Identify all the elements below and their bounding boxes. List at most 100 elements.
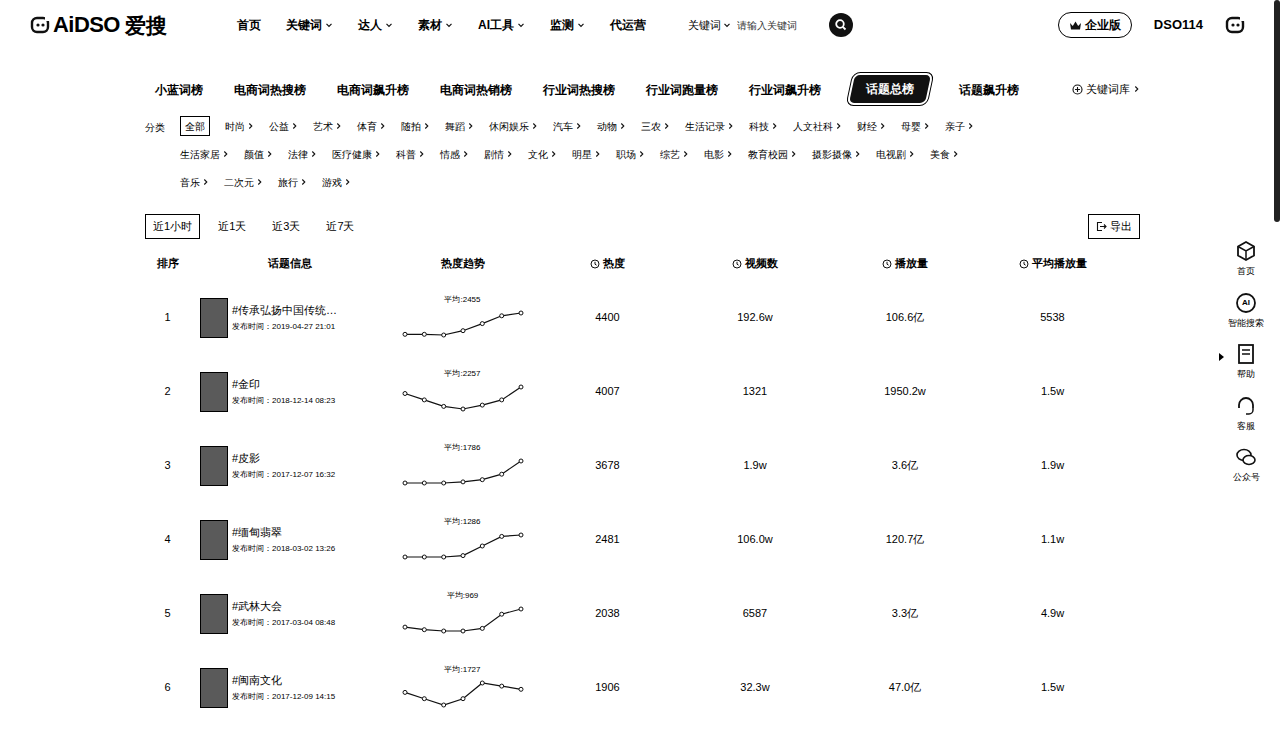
category-item[interactable]: 休闲娱乐 [489,116,538,136]
search-button[interactable] [829,13,853,37]
category-item[interactable]: 职场 [616,144,645,164]
trend-point[interactable] [519,687,523,691]
category-item[interactable]: 舞蹈 [445,116,474,136]
category-item[interactable]: 母婴 [901,116,930,136]
trend-point[interactable] [519,533,523,537]
trend-point[interactable] [519,385,523,389]
nav-item[interactable]: 代运营 [610,16,646,34]
topic-title[interactable]: #皮影 [232,450,335,467]
category-item[interactable]: 汽车 [553,116,582,136]
board-tab[interactable]: 小蓝词榜 [155,72,203,106]
trend-point[interactable] [519,311,523,315]
side-toolbar-item[interactable]: 客服 [1222,395,1270,434]
board-tab[interactable]: 话题飙升榜 [959,72,1019,106]
category-item[interactable]: 剧情 [484,144,513,164]
board-tab[interactable]: 行业词跑量榜 [646,72,718,106]
board-tab[interactable]: 话题总榜 [849,75,931,103]
category-item[interactable]: 体育 [357,116,386,136]
category-item[interactable]: 时尚 [225,116,254,136]
category-item[interactable]: 游戏 [322,172,351,192]
trend-point[interactable] [422,628,426,632]
topic-title[interactable]: #武林大会 [232,598,335,615]
category-item[interactable]: 二次元 [224,172,263,192]
trend-point[interactable] [480,478,484,482]
column-header[interactable]: 热度 [535,255,680,272]
user-name[interactable]: DSO114 [1154,15,1203,35]
trend-point[interactable] [422,332,426,336]
side-toolbar-item[interactable]: 帮助 [1222,343,1270,382]
side-toolbar-item[interactable]: 首页 [1222,240,1270,279]
trend-point[interactable] [441,333,445,337]
topic-title[interactable]: #金印 [232,376,335,393]
trend-point[interactable] [499,612,503,616]
topic-title[interactable]: #缅甸翡翠 [232,524,335,541]
nav-item[interactable]: 素材 [418,16,453,34]
column-header[interactable]: 平均播放量 [980,255,1125,272]
category-item[interactable]: 公益 [269,116,298,136]
trend-point[interactable] [461,629,465,633]
nav-item[interactable]: 监测 [550,16,585,34]
nav-item[interactable]: AI工具 [478,16,525,34]
category-item[interactable]: 电影 [704,144,733,164]
trend-point[interactable] [441,629,445,633]
trend-point[interactable] [403,625,407,629]
category-item[interactable]: 医疗健康 [332,144,381,164]
trend-point[interactable] [422,555,426,559]
column-header[interactable]: 播放量 [830,255,980,272]
side-toolbar-item[interactable]: AI智能搜索 [1222,292,1270,331]
trend-point[interactable] [441,404,445,408]
trend-point[interactable] [422,697,426,701]
search-scope-dropdown[interactable]: 关键词 [688,17,731,34]
category-item[interactable]: 全部 [180,116,210,136]
table-row[interactable]: 1#传承弘扬中国传统…发布时间：2019-04-27 21:01平均:24554… [145,281,1140,355]
trend-point[interactable] [461,407,465,411]
category-item[interactable]: 科技 [749,116,778,136]
table-row[interactable]: 4#缅甸翡翠发布时间：2018-03-02 13:26平均:1286248110… [145,503,1140,577]
category-item[interactable]: 旅行 [278,172,307,192]
table-row[interactable]: 6#闽南文化发布时间：2017-12-09 14:15平均:1727190632… [145,651,1140,725]
trend-point[interactable] [403,555,407,559]
search-input[interactable] [737,18,829,33]
category-item[interactable]: 人文社科 [793,116,842,136]
column-header[interactable]: 排序 [145,255,190,272]
enterprise-button[interactable]: 企业版 [1058,12,1132,38]
trend-point[interactable] [519,607,523,611]
category-item[interactable]: 音乐 [180,172,209,192]
trend-point[interactable] [519,459,523,463]
logo[interactable]: AiDSO爱搜 [30,14,237,36]
category-item[interactable]: 随拍 [401,116,430,136]
trend-point[interactable] [403,690,407,694]
column-header[interactable]: 话题信息 [190,255,390,272]
trend-point[interactable] [461,329,465,333]
trend-point[interactable] [499,472,503,476]
export-button[interactable]: 导出 [1088,214,1140,239]
board-tab[interactable]: 电商词热销榜 [440,72,512,106]
trend-point[interactable] [499,684,503,688]
trend-point[interactable] [403,332,407,336]
trend-point[interactable] [461,480,465,484]
category-item[interactable]: 生活家居 [180,144,229,164]
topic-title[interactable]: #闽南文化 [232,672,335,689]
trend-point[interactable] [441,703,445,707]
trend-point[interactable] [499,534,503,538]
trend-point[interactable] [480,403,484,407]
time-range-tab[interactable]: 近7天 [318,214,362,239]
scrollbar-thumb[interactable] [1274,0,1280,222]
category-item[interactable]: 法律 [288,144,317,164]
trend-point[interactable] [403,481,407,485]
side-toolbar-item[interactable]: 公众号 [1222,446,1270,485]
time-range-tab[interactable]: 近1小时 [145,214,200,239]
category-item[interactable]: 亲子 [945,116,974,136]
category-item[interactable]: 摄影摄像 [812,144,861,164]
trend-point[interactable] [441,481,445,485]
category-item[interactable]: 教育校园 [748,144,797,164]
table-row[interactable]: 3#皮影发布时间：2017-12-07 16:32平均:178636781.9w… [145,429,1140,503]
user-menu-icon[interactable] [1225,15,1245,35]
column-header[interactable]: 视频数 [680,255,830,272]
trend-point[interactable] [480,626,484,630]
category-item[interactable]: 电视剧 [876,144,915,164]
nav-item[interactable]: 达人 [358,16,393,34]
trend-point[interactable] [480,322,484,326]
trend-point[interactable] [480,544,484,548]
time-range-tab[interactable]: 近3天 [264,214,308,239]
